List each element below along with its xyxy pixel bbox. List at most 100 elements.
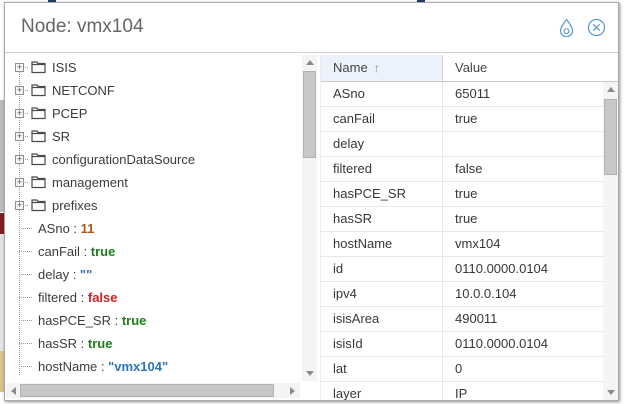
tree-leaf-hostName[interactable]: hostName : "vmx104" <box>5 355 301 378</box>
expand-icon[interactable]: + <box>15 132 24 141</box>
tree-folder-SR[interactable]: +SR <box>5 125 301 148</box>
attribute-tree-pane: + ISIS + NETCONF + PCEP +SR+configurationDataS… <box>5 54 318 400</box>
cell-name: ASno <box>321 82 443 106</box>
table-row-canFail[interactable]: canFailtrue <box>321 107 603 132</box>
attribute-key: delay : <box>38 267 80 282</box>
cell-value: 0110.0000.0104 <box>443 257 603 281</box>
cell-value: 0110.0000.0104 <box>443 332 603 356</box>
folder-icon <box>31 61 46 74</box>
grid-body: ASno65011canFailtruedelayfilteredfalseha… <box>321 82 603 400</box>
scrollbar-thumb[interactable] <box>604 99 617 175</box>
attribute-key: filtered : <box>38 290 88 305</box>
table-row-hasPCE_SR[interactable]: hasPCE_SRtrue <box>321 182 603 207</box>
tree-folder-management[interactable]: + management <box>5 171 301 194</box>
tree-vertical-scrollbar[interactable] <box>302 55 317 381</box>
grid-vertical-scrollbar[interactable] <box>603 82 618 400</box>
attribute-key: canFail : <box>38 244 91 259</box>
table-row-delay[interactable]: delay <box>321 132 603 157</box>
grid-header: Name↑ Value <box>321 55 618 82</box>
tree-folder-label: management <box>52 175 128 190</box>
tree-folder-label: NETCONF <box>52 83 115 98</box>
table-row-layer[interactable]: layerIP <box>321 382 603 400</box>
cell-name: delay <box>321 132 443 156</box>
tree-leaf-hasPCE_SR[interactable]: hasPCE_SR : true <box>5 309 301 332</box>
folder-icon <box>31 130 46 143</box>
table-row-hasSR[interactable]: hasSRtrue <box>321 207 603 232</box>
scroll-down-arrow-icon[interactable] <box>603 385 618 400</box>
tree-folder-NETCONF[interactable]: + NETCONF <box>5 79 301 102</box>
tree-folder-prefixes[interactable]: + prefixes <box>5 194 301 217</box>
tree-connector <box>19 228 32 229</box>
tree-folder-label: prefixes <box>52 198 98 213</box>
scroll-down-arrow-icon[interactable] <box>302 366 317 381</box>
cell-value: vmx104 <box>443 232 603 256</box>
column-header-value[interactable]: Value <box>443 55 618 81</box>
folder-icon <box>31 84 46 97</box>
tree-folder-label: ISIS <box>52 60 77 75</box>
tree-horizontal-scrollbar[interactable] <box>6 383 300 398</box>
expand-icon[interactable]: + <box>15 86 24 95</box>
expand-icon[interactable]: + <box>15 178 24 187</box>
close-icon[interactable] <box>587 18 606 37</box>
tree-connector <box>19 274 32 275</box>
droplet-icon[interactable] <box>557 18 576 37</box>
cell-name: hasPCE_SR <box>321 182 443 206</box>
tree-leaf-delay[interactable]: delay : "" <box>5 263 301 286</box>
expand-icon[interactable]: + <box>15 109 24 118</box>
tree-connector <box>19 251 32 252</box>
scroll-left-arrow-icon[interactable] <box>6 383 21 398</box>
tree-folder-label: PCEP <box>52 106 87 121</box>
folder-icon <box>31 199 46 212</box>
attribute-value: "" <box>80 267 92 282</box>
cell-value <box>443 132 603 156</box>
scroll-right-arrow-icon[interactable] <box>285 383 300 398</box>
tree-leaf-label: hasPCE_SR : true <box>38 313 146 328</box>
expand-icon[interactable]: + <box>15 63 24 72</box>
cell-value: IP <box>443 382 603 400</box>
tree-leaf-filtered[interactable]: filtered : false <box>5 286 301 309</box>
table-row-isisId[interactable]: isisId0110.0000.0104 <box>321 332 603 357</box>
tree-leaf-label: canFail : true <box>38 244 115 259</box>
cell-name: isisId <box>321 332 443 356</box>
tree-folder-configurationDataSource[interactable]: +configurationDataSource <box>5 148 301 171</box>
table-row-filtered[interactable]: filteredfalse <box>321 157 603 182</box>
node-details-dialog: Node: vmx104 +ISIS+NETCONF+PCEP+SR+confi <box>4 2 619 401</box>
attribute-value: true <box>122 313 147 328</box>
folder-icon <box>31 153 46 166</box>
cell-name: id <box>321 257 443 281</box>
column-header-label: Name <box>333 60 368 75</box>
tree-connector <box>19 343 32 344</box>
expand-icon[interactable]: + <box>15 201 24 210</box>
scroll-up-arrow-icon[interactable] <box>603 82 618 97</box>
table-row-isisArea[interactable]: isisArea490011 <box>321 307 603 332</box>
cell-name: layer <box>321 382 443 400</box>
scrollbar-thumb[interactable] <box>20 384 274 397</box>
expand-icon[interactable]: + <box>15 155 24 164</box>
tree-leaf-label: filtered : false <box>38 290 118 305</box>
tree-folder-ISIS[interactable]: + ISIS <box>5 56 301 79</box>
attribute-key: hasSR : <box>38 336 88 351</box>
column-header-name[interactable]: Name↑ <box>321 55 443 81</box>
scroll-up-arrow-icon[interactable] <box>302 55 317 70</box>
tree-connector <box>19 366 32 367</box>
attribute-key: hostName : <box>38 359 108 374</box>
cell-value: true <box>443 182 603 206</box>
cell-value: 490011 <box>443 307 603 331</box>
tree-leaf-ASno[interactable]: ASno : 11 <box>5 217 301 240</box>
table-row-lat[interactable]: lat0 <box>321 357 603 382</box>
table-row-id[interactable]: id0110.0000.0104 <box>321 257 603 282</box>
table-row-ipv4[interactable]: ipv410.0.0.104 <box>321 282 603 307</box>
cell-value: true <box>443 207 603 231</box>
dialog-title: Node: vmx104 <box>21 16 144 38</box>
tree-folder-PCEP[interactable]: + PCEP <box>5 102 301 125</box>
folder-icon <box>31 176 46 189</box>
table-row-ASno[interactable]: ASno65011 <box>321 82 603 107</box>
table-row-hostName[interactable]: hostNamevmx104 <box>321 232 603 257</box>
cell-name: hasSR <box>321 207 443 231</box>
tree-leaf-hasSR[interactable]: hasSR : true <box>5 332 301 355</box>
cell-name: hostName <box>321 232 443 256</box>
cell-name: filtered <box>321 157 443 181</box>
tree-leaf-canFail[interactable]: canFail : true <box>5 240 301 263</box>
scrollbar-thumb[interactable] <box>303 71 316 158</box>
tree-leaf-label: delay : "" <box>38 267 92 282</box>
